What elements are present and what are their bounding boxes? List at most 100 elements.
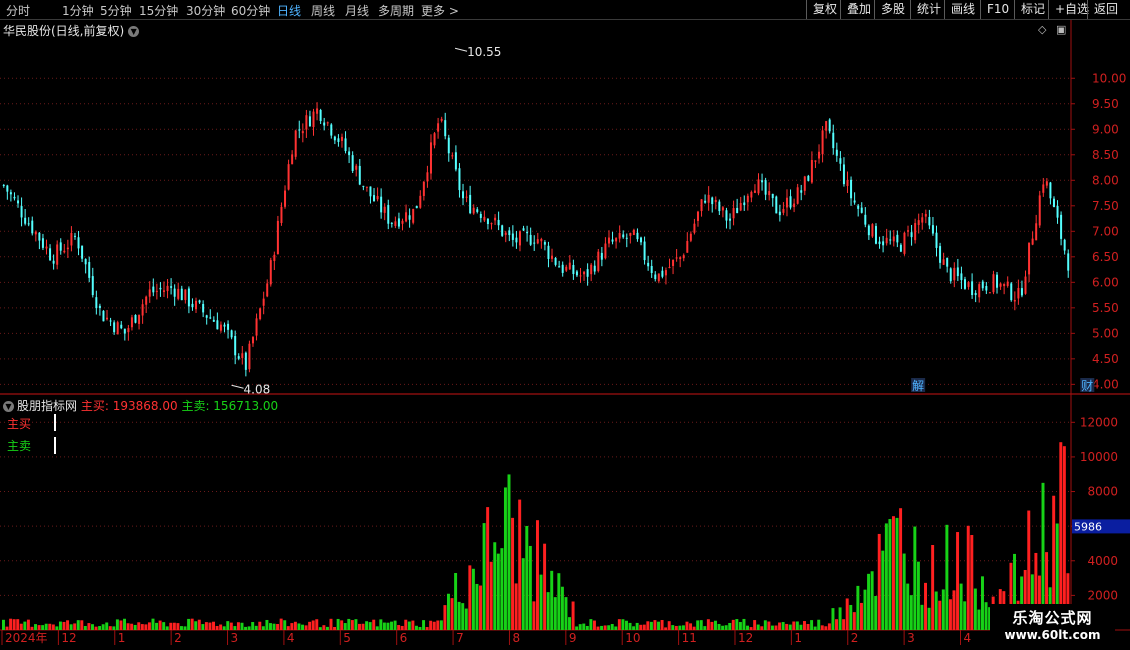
sell-bar <box>621 619 625 630</box>
candle-body <box>1056 205 1059 218</box>
buy-bar <box>48 623 52 630</box>
candle-body <box>785 197 788 208</box>
candle-body <box>689 233 692 241</box>
candle-body <box>839 158 842 164</box>
candle-body <box>736 207 739 214</box>
period-tab-weekly[interactable]: 周线 <box>311 2 335 19</box>
buy-bar <box>667 621 671 630</box>
sell-bar <box>735 619 739 630</box>
sell-bar <box>714 620 717 630</box>
diamond-icon[interactable]: ◇ <box>1038 23 1046 36</box>
period-tab-more[interactable]: 更多 > <box>421 2 459 19</box>
candle-body <box>45 246 48 249</box>
price-tick-label: 4.00 <box>1092 377 1119 391</box>
price-tick-label: 6.00 <box>1092 275 1119 289</box>
buy-bar <box>26 619 30 630</box>
sell-bar <box>318 627 322 630</box>
period-tab-daily[interactable]: 日线 <box>277 2 301 19</box>
buy-bar <box>1059 442 1063 630</box>
chevron-down-icon[interactable]: ▼ <box>3 401 14 412</box>
buy-bar <box>571 601 575 630</box>
sell-bar <box>945 524 949 630</box>
candle-body <box>458 168 461 191</box>
sell-bar <box>407 621 411 630</box>
sell-bar <box>649 621 653 630</box>
candle-body <box>330 124 333 136</box>
chevron-down-icon[interactable]: ▼ <box>128 26 140 37</box>
mark-button[interactable]: 标记 <box>1014 0 1051 19</box>
period-tab-30min[interactable]: 30分钟 <box>186 2 225 19</box>
sell-volume-bar <box>54 437 56 454</box>
candle-body <box>155 290 158 292</box>
back-button[interactable]: 返回 <box>1087 0 1124 19</box>
candle-body <box>729 218 732 221</box>
statistics-button[interactable]: 统计 <box>910 0 947 19</box>
sell-bar <box>301 624 304 630</box>
sell-bar <box>696 620 700 630</box>
candle-body <box>219 324 222 331</box>
candle-body <box>1052 198 1055 208</box>
sell-bar <box>375 626 379 630</box>
candle-body <box>462 191 465 199</box>
candle-body <box>696 211 699 221</box>
period-tab-15min[interactable]: 15分钟 <box>139 2 178 19</box>
buy-bar <box>315 619 319 630</box>
sell-bar <box>41 625 45 630</box>
sell-bar <box>457 601 461 630</box>
candle-body <box>999 283 1002 287</box>
candle-body <box>753 190 756 193</box>
candle-body <box>757 179 760 194</box>
low-price-label: 4.08 <box>244 382 271 396</box>
candle-body <box>429 142 432 174</box>
period-tab-multi[interactable]: 多周期 <box>378 2 414 19</box>
period-tab-monthly[interactable]: 月线 <box>345 2 369 19</box>
panel-toggle-icon[interactable]: ▣ <box>1056 23 1066 36</box>
date-tick-label: 1 <box>118 631 126 645</box>
indicator-tick-label: 2000 <box>1087 588 1118 602</box>
main-chart-canvas[interactable]: 10.00 9.50 9.00 8.50 8.00 7.50 7.00 6.50 6.00 5.5… <box>0 0 1130 650</box>
buy-bar <box>731 619 735 630</box>
sell-bar <box>635 622 639 630</box>
sell-bar-label: 主卖 <box>7 439 32 453</box>
period-tab-5min[interactable]: 5分钟 <box>100 2 132 19</box>
buy-bar <box>94 626 98 630</box>
buy-bar <box>859 602 863 630</box>
candle-body <box>1038 195 1041 226</box>
buy-volume-bar <box>54 414 56 431</box>
buy-bar <box>592 620 596 630</box>
sell-bar <box>788 624 792 630</box>
buy-bar <box>596 626 600 630</box>
candle-body <box>889 239 892 241</box>
date-tick-label: 1 <box>794 631 802 645</box>
buy-bar <box>642 624 646 630</box>
overlay-button[interactable]: 叠加 <box>840 0 877 19</box>
sell-bar <box>973 588 977 630</box>
candle-body <box>543 242 546 245</box>
candle-body <box>575 271 578 276</box>
candle-body <box>647 262 650 267</box>
f10-button[interactable]: F10 <box>980 0 1015 19</box>
buy-bar <box>924 582 927 630</box>
candle-body <box>138 314 141 324</box>
candle-body <box>924 214 927 217</box>
draw-line-button[interactable]: 画线 <box>944 0 981 19</box>
multi-stock-button[interactable]: 多股 <box>874 0 911 19</box>
candle-body <box>27 223 30 225</box>
candle-body <box>287 164 290 190</box>
candle-body <box>237 356 240 359</box>
buy-bar <box>774 625 778 630</box>
buy-bar <box>176 623 180 630</box>
candle-body <box>494 217 497 221</box>
period-tab-1min[interactable]: 1分钟 <box>62 2 94 19</box>
adjust-rights-button[interactable]: 复权 <box>806 0 843 19</box>
period-tab-60min[interactable]: 60分钟 <box>231 2 270 19</box>
candle-body <box>704 200 707 203</box>
candle-body <box>850 179 853 199</box>
candle-body <box>6 185 9 192</box>
period-toolbar: 分时 1分钟 5分钟 15分钟 30分钟 60分钟 日线 周线 月线 多周期 更… <box>0 0 1130 20</box>
candle-body <box>668 267 671 269</box>
buy-bar <box>827 623 831 630</box>
candle-body <box>486 218 489 225</box>
period-tab-fenshi[interactable]: 分时 <box>6 2 30 19</box>
candle-body <box>184 289 187 300</box>
